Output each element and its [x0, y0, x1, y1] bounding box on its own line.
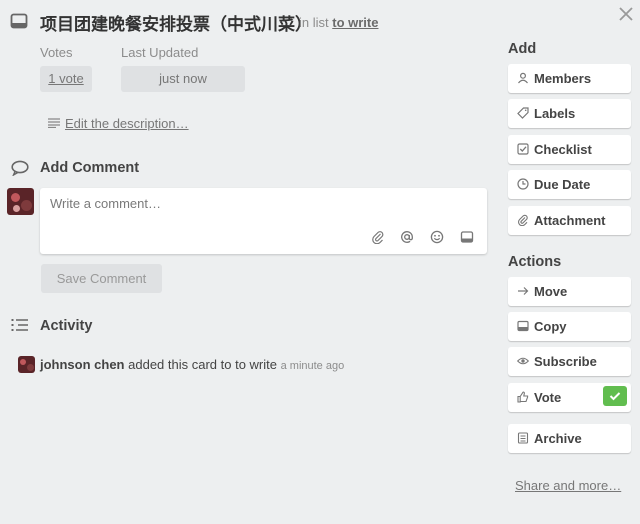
card-icon [10, 13, 28, 29]
share-and-more-link[interactable]: Share and more… [515, 478, 621, 493]
labels-label: Labels [534, 106, 576, 121]
add-section-title: Add [508, 41, 537, 57]
paperclip-icon [517, 214, 529, 226]
vote-check-icon [603, 386, 627, 406]
description-icon [48, 118, 60, 128]
move-label: Move [534, 284, 568, 299]
archive-button[interactable]: Archive [508, 424, 631, 453]
actions-section-title: Actions [508, 254, 562, 270]
activity-title: Activity [40, 318, 93, 334]
activity-text: added this card to to write [128, 357, 277, 372]
vote-count-button[interactable]: 1 vote [40, 66, 92, 92]
edit-description-link[interactable]: Edit the description… [65, 116, 189, 131]
eye-icon [517, 355, 529, 367]
in-list-info: in list to write [299, 15, 378, 30]
vote-button[interactable]: Vote [508, 383, 631, 412]
due-date-button[interactable]: Due Date [508, 170, 631, 199]
card-icon[interactable] [460, 230, 474, 244]
last-updated-value: just now [121, 66, 245, 92]
card-title[interactable]: 项目团建晚餐安排投票（中式川菜） [40, 10, 312, 35]
due-date-label: Due Date [534, 177, 591, 192]
copy-label: Copy [534, 319, 567, 334]
add-comment-title: Add Comment [40, 160, 140, 176]
list-name-link[interactable]: to write [332, 15, 378, 30]
activity-time[interactable]: a minute ago [281, 360, 345, 372]
in-list-prefix: in list [299, 15, 329, 30]
checklist-label: Checklist [534, 142, 592, 157]
last-updated-label: Last Updated [121, 45, 199, 60]
tag-icon [517, 107, 529, 119]
close-icon[interactable] [618, 6, 634, 22]
vote-label: Vote [534, 390, 562, 405]
activity-entry: johnson chen added this card to to write… [40, 357, 344, 372]
labels-button[interactable]: Labels [508, 99, 631, 128]
members-button[interactable]: Members [508, 64, 631, 93]
emoji-icon[interactable] [430, 230, 444, 244]
comment-icon [11, 160, 29, 176]
subscribe-button[interactable]: Subscribe [508, 347, 631, 376]
subscribe-label: Subscribe [534, 354, 597, 369]
activity-user[interactable]: johnson chen [40, 357, 125, 372]
paperclip-icon[interactable] [371, 230, 385, 244]
clock-icon [517, 178, 529, 190]
copy-button[interactable]: Copy [508, 312, 631, 341]
save-comment-button[interactable]: Save Comment [41, 264, 162, 293]
votes-label: Votes [40, 45, 73, 60]
move-button[interactable]: Move [508, 277, 631, 306]
card-icon [517, 320, 529, 332]
checkbox-icon [517, 143, 529, 155]
archive-label: Archive [534, 431, 582, 446]
mention-icon[interactable] [400, 230, 414, 244]
members-label: Members [534, 71, 592, 86]
avatar[interactable] [7, 188, 34, 215]
activity-icon [11, 318, 29, 334]
checklist-button[interactable]: Checklist [508, 135, 631, 164]
archive-icon [517, 432, 529, 444]
person-icon [517, 72, 529, 84]
thumbs-up-icon [517, 391, 529, 403]
comment-input[interactable] [50, 196, 470, 220]
activity-avatar[interactable] [18, 356, 35, 373]
comment-box[interactable] [40, 188, 487, 254]
attachment-label: Attachment [534, 213, 606, 228]
arrow-right-icon [517, 285, 529, 297]
attachment-button[interactable]: Attachment [508, 206, 631, 235]
